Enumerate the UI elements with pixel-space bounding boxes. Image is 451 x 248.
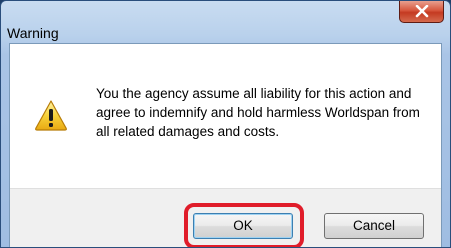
ok-button[interactable]: OK [193,213,293,239]
dialog-client-area: You the agency assume all liability for … [9,43,442,247]
button-bar: OK Cancel [10,188,441,247]
message-area: You the agency assume all liability for … [10,44,441,188]
window-title: Warning [7,25,59,41]
close-button[interactable] [399,1,444,23]
title-bar[interactable]: Warning [1,1,450,41]
close-icon [415,5,429,18]
cancel-button[interactable]: Cancel [324,213,424,239]
warning-icon [35,100,67,131]
warning-dialog-window: Warning You the agency assume all liabil… [0,0,451,248]
warning-message: You the agency assume all liability for … [96,86,420,139]
